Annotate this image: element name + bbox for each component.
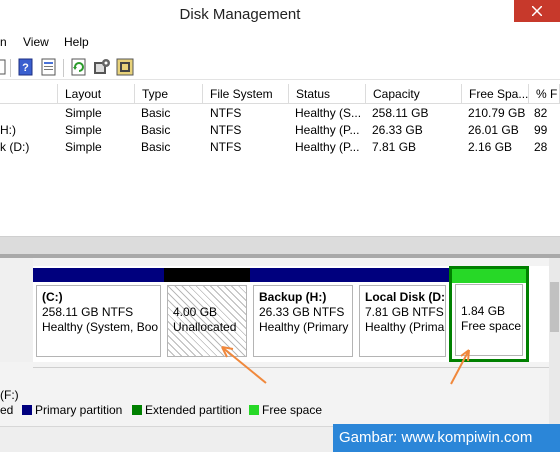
- column-header-volume[interactable]: [0, 84, 58, 104]
- partition-unallocated[interactable]: 4.00 GB Unallocated: [164, 266, 250, 362]
- second-disk-label: (F:): [0, 388, 19, 402]
- watermark: Gambar: www.kompiwin.com: [333, 424, 560, 452]
- wizard-icon[interactable]: [116, 58, 134, 76]
- volume-percent: 82: [534, 106, 548, 120]
- volume-percent: 28: [534, 140, 548, 154]
- partition-size: 258.11 GB NTFS: [42, 305, 134, 319]
- column-header-capacity[interactable]: Capacity: [366, 84, 462, 104]
- partition-size: 7.81 GB NTFS: [365, 305, 444, 319]
- volume-status: Healthy (P...: [295, 140, 360, 154]
- partition-body: (C:) 258.11 GB NTFS Healthy (System, Boo: [36, 285, 161, 357]
- partition-label: (C:): [42, 290, 63, 304]
- volume-fs: NTFS: [210, 106, 242, 120]
- volume-capacity: 26.33 GB: [372, 123, 423, 137]
- column-header-type[interactable]: Type: [135, 84, 203, 104]
- partition-status: Healthy (System, Boo: [42, 320, 159, 334]
- volume-list: Layout Type File System Status Capacity …: [0, 84, 560, 236]
- disk-graph-panel: (C:) 258.11 GB NTFS Healthy (System, Boo…: [0, 258, 560, 426]
- partition-label: [173, 290, 241, 305]
- partition-body: Local Disk (D: 7.81 GB NTFS Healthy (Pri…: [359, 285, 446, 357]
- volume-type: Basic: [141, 140, 171, 154]
- volume-type: Basic: [141, 106, 171, 120]
- column-header-layout[interactable]: Layout: [58, 84, 135, 104]
- volume-name[interactable]: k (D:): [0, 139, 58, 156]
- volume-free: 210.79 GB: [468, 106, 526, 120]
- volume-percent: 99: [534, 123, 548, 137]
- volume-free: 2.16 GB: [468, 140, 513, 154]
- partition-label: Local Disk (D:: [365, 290, 446, 304]
- partition-size: 4.00 GB: [173, 305, 218, 319]
- partition-c[interactable]: (C:) 258.11 GB NTFS Healthy (System, Boo: [33, 266, 164, 362]
- refresh-icon[interactable]: [70, 58, 88, 76]
- partition-status: Unallocated: [173, 320, 237, 334]
- close-icon: [531, 5, 543, 17]
- volume-name[interactable]: [0, 105, 58, 122]
- column-header-filesystem[interactable]: File System: [203, 84, 289, 104]
- volume-status: Healthy (S...: [295, 106, 362, 120]
- menu-item-action[interactable]: n: [0, 35, 7, 49]
- volume-layout: Simple: [65, 123, 102, 137]
- column-header-status[interactable]: Status: [289, 84, 366, 104]
- vertical-scrollbar[interactable]: [549, 258, 560, 426]
- legend-label: Extended partition: [145, 403, 242, 417]
- partition-d[interactable]: Local Disk (D: 7.81 GB NTFS Healthy (Pri…: [356, 266, 449, 362]
- volume-fs: NTFS: [210, 140, 242, 154]
- window-title: Disk Management: [179, 6, 301, 23]
- svg-text:?: ?: [22, 62, 29, 74]
- legend-label: Free space: [262, 403, 323, 417]
- properties-icon[interactable]: [40, 58, 58, 76]
- volume-capacity: 7.81 GB: [372, 140, 417, 154]
- partition-label: Backup (H:): [259, 290, 327, 304]
- menu-bar: n View Help: [0, 32, 560, 54]
- legend-swatch: [132, 405, 142, 415]
- horizontal-scrollbar[interactable]: [0, 236, 560, 254]
- legend-swatch: [22, 405, 32, 415]
- volume-status: Healthy (P...: [295, 123, 360, 137]
- menu-item-help[interactable]: Help: [64, 35, 89, 49]
- volume-layout: Simple: [65, 140, 102, 154]
- close-button[interactable]: [514, 0, 560, 22]
- partition-bar: [452, 269, 526, 283]
- column-header-free-space[interactable]: Free Spa...: [462, 84, 529, 104]
- volume-capacity: 258.11 GB: [372, 106, 429, 120]
- partition-status: Free space: [461, 319, 522, 333]
- legend-label: Primary partition: [35, 403, 123, 417]
- legend: ed Primary partition Extended partition …: [0, 402, 549, 420]
- partition-body: Backup (H:) 26.33 GB NTFS Healthy (Prima…: [253, 285, 353, 357]
- partition-size: 26.33 GB NTFS: [259, 305, 345, 319]
- partition-status: Healthy (Prima: [365, 320, 445, 334]
- partition-body: 4.00 GB Unallocated: [167, 285, 247, 357]
- partition-h[interactable]: Backup (H:) 26.33 GB NTFS Healthy (Prima…: [250, 266, 356, 362]
- help-book-icon[interactable]: ?: [17, 58, 35, 76]
- partition-bar: [250, 268, 356, 282]
- volume-free: 26.01 GB: [468, 123, 519, 137]
- disk-partitions: (C:) 258.11 GB NTFS Healthy (System, Boo…: [33, 266, 549, 362]
- legend-label: ed: [0, 403, 14, 417]
- partition-body: 1.84 GB Free space: [455, 284, 523, 356]
- scrollbar-thumb[interactable]: [550, 282, 559, 332]
- partition-bar: [164, 268, 250, 282]
- settings-icon[interactable]: [93, 58, 111, 76]
- partition-free-space[interactable]: 1.84 GB Free space: [449, 266, 529, 362]
- partition-bar: [33, 268, 164, 282]
- toolbar: ?: [0, 54, 560, 80]
- column-header-percent-free[interactable]: % F: [529, 84, 560, 104]
- volume-type: Basic: [141, 123, 171, 137]
- legend-swatch: [249, 405, 259, 415]
- volume-layout: Simple: [65, 106, 102, 120]
- second-disk-row[interactable]: [33, 367, 549, 403]
- partition-label: [461, 289, 517, 304]
- title-bar: Disk Management: [0, 0, 560, 32]
- disk-info-column[interactable]: [0, 258, 33, 362]
- menu-item-view[interactable]: View: [23, 35, 49, 49]
- volume-name[interactable]: H:): [0, 122, 58, 139]
- partition-size: 1.84 GB: [461, 304, 506, 318]
- partition-status: Healthy (Primary: [259, 320, 349, 334]
- partition-bar: [356, 268, 449, 282]
- volume-fs: NTFS: [210, 123, 242, 137]
